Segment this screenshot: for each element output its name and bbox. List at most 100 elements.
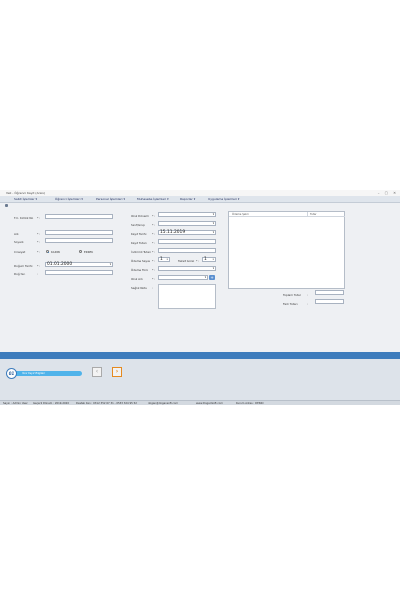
menu-muhasebe[interactable]: Muhasebe İşlemleri ▾: [137, 197, 169, 201]
menu-sabit[interactable]: Sabit İşlemler ▾: [14, 197, 37, 201]
badge-bar: Yeni Kayıt Bilgileri: [14, 371, 82, 376]
erkek-label: ERKEK: [84, 250, 94, 254]
saglik-notu-textarea[interactable]: [158, 284, 216, 309]
required-mark: * :: [152, 250, 156, 254]
window-controls[interactable]: – ▢ ✕: [378, 191, 398, 195]
fark-tutari-input[interactable]: [315, 299, 344, 304]
add-icon[interactable]: +: [209, 275, 215, 280]
chevron-down-icon[interactable]: ▾: [110, 263, 111, 267]
okul-adi-select[interactable]: ▾: [158, 275, 208, 280]
taksit-gunu-value: 1: [204, 257, 207, 262]
chevron-down-icon[interactable]: ▾: [213, 231, 214, 235]
required-mark: * :: [196, 259, 200, 263]
odeme-turu-label: Ödeme Türü: [131, 268, 149, 272]
toplam-tutar-input[interactable]: [315, 290, 344, 295]
stepper-arrows-icon[interactable]: ⬍: [166, 258, 168, 262]
required-mark: * :: [152, 268, 156, 272]
grid-header-divider: [229, 216, 345, 217]
soyad-input[interactable]: [45, 238, 113, 243]
chevron-down-icon[interactable]: ▾: [205, 276, 206, 280]
sinif-select[interactable]: ▾: [158, 221, 216, 226]
colon: :: [307, 302, 308, 306]
taksit-gunu-stepper[interactable]: 1 ⬍: [202, 257, 216, 262]
tc-label: T.C. Kimlik No: [14, 216, 34, 220]
kayit-tutari-label: Kayıt Tutarı: [131, 241, 147, 245]
ad-label: Adı: [14, 232, 19, 236]
required-mark: * :: [152, 214, 156, 218]
menu-personel[interactable]: Personel İşlemleri ▾: [96, 197, 125, 201]
required-mark: * :: [152, 259, 156, 263]
indirim-input[interactable]: [158, 248, 216, 253]
kayit-tutari-input[interactable]: [158, 239, 216, 244]
odeme-turu-select[interactable]: ▾: [158, 266, 216, 271]
status-user: Sayın : Admin User: [3, 402, 28, 405]
okul-donemi-select[interactable]: ▾: [158, 212, 216, 217]
indirim-label: İndirimli Tutarı: [131, 250, 152, 254]
odeme-sayisi-label: Ödeme Sayısı: [131, 259, 151, 263]
badge-text: Yeni Kayıt Bilgileri: [22, 372, 46, 375]
kayit-tarihi-value: 15.11.2019: [160, 230, 186, 235]
required-mark: * :: [37, 250, 41, 254]
required-mark: * :: [152, 223, 156, 227]
radio-erkek[interactable]: [79, 250, 82, 253]
new-record-badge: Yeni Kayıt Bilgileri 01: [6, 368, 86, 379]
chevron-down-icon[interactable]: ▾: [213, 222, 214, 226]
cinsiyet-label: Cinsiyet: [14, 250, 26, 254]
menu-raporlar[interactable]: Raporlar ▾: [180, 197, 195, 201]
section-separator: [0, 352, 400, 359]
status-kurum: Kurum Adres : DENIO: [236, 402, 264, 405]
toolbar: [0, 203, 400, 208]
odeme-grid[interactable]: Ödeme Şekli Tutar: [228, 211, 345, 289]
required-mark: * :: [37, 232, 41, 236]
chevron-down-icon[interactable]: ▾: [213, 267, 214, 271]
chevron-down-icon[interactable]: ▾: [213, 213, 214, 217]
app-window: Veli - Öğrenci Kayıt (Arsiv) – ▢ ✕ Sabit…: [0, 190, 400, 405]
required-mark: * :: [37, 264, 41, 268]
sinif-label: Sınıf/Grup: [131, 223, 145, 227]
stepper-arrows-icon[interactable]: ⬍: [212, 258, 214, 262]
fark-tutari-label: Fark Tutarı: [283, 302, 298, 306]
next-button[interactable]: ›: [112, 367, 122, 377]
grid-col-divider: [307, 212, 308, 216]
required-mark: * :: [152, 241, 156, 245]
dogum-date-input[interactable]: 01.01.2000 ▾: [45, 262, 113, 267]
status-destek: Destek Ilan : 0312 352 67 31 - 0533 324 …: [76, 402, 137, 405]
menu-uygulama[interactable]: Uygulama İşlemleri ▾: [208, 197, 239, 201]
required-mark: * :: [152, 232, 156, 236]
saglik-label: Sağlık Notu: [131, 286, 148, 290]
bottom-area: [0, 359, 400, 400]
dogum-yeri-label: Doğ.Yer.: [14, 272, 26, 276]
dogum-value: 01.01.2000: [47, 262, 73, 267]
colon: :: [307, 293, 308, 297]
odeme-sayisi-value: 1: [160, 257, 163, 262]
kayit-tarihi-label: Kayıt Tarihi: [131, 232, 147, 236]
radio-kadin[interactable]: [46, 250, 49, 253]
dogum-yeri-input[interactable]: [45, 270, 113, 275]
toplam-tutar-label: Toplam Tutar: [283, 293, 301, 297]
okul-adi-label: Okul Adı: [131, 277, 143, 281]
required-mark: * :: [37, 240, 41, 244]
taksit-gunu-label: Taksit Günü: [178, 259, 195, 263]
kadin-label: KADIN: [51, 250, 60, 254]
badge-logo-icon: 01: [6, 368, 17, 379]
menu-ogrenci[interactable]: Öğrenci İşlemleri ▾: [55, 197, 83, 201]
dogum-label: Doğum Tarihi: [14, 264, 33, 268]
odeme-sayisi-stepper[interactable]: 1 ⬍: [158, 257, 170, 262]
required-mark: :: [37, 272, 38, 276]
app-logo-icon: [5, 204, 8, 207]
status-web: www.DoganSoft.com: [196, 402, 223, 405]
required-mark: :: [152, 286, 153, 290]
required-mark: * :: [37, 216, 41, 220]
status-bar: Sayın : Admin User Geçerli Dönem : 2019-…: [0, 400, 400, 405]
status-email: dogan@dogansoft.com: [148, 402, 179, 405]
menu-bar: Sabit İşlemler ▾ Öğrenci İşlemleri ▾ Per…: [0, 196, 400, 203]
tc-input[interactable]: [45, 214, 113, 219]
ad-input[interactable]: [45, 230, 113, 235]
kayit-tarihi-input[interactable]: 15.11.2019 ▾: [158, 230, 216, 235]
status-donem: Geçerli Dönem : 2019-2020: [33, 402, 69, 405]
okul-donemi-label: Okul Dönemi: [131, 214, 150, 218]
soyad-label: Soyadı: [14, 240, 24, 244]
required-mark: * :: [152, 277, 156, 281]
window-title: Veli - Öğrenci Kayıt (Arsiv): [6, 191, 46, 195]
prev-button[interactable]: ‹: [92, 367, 102, 377]
